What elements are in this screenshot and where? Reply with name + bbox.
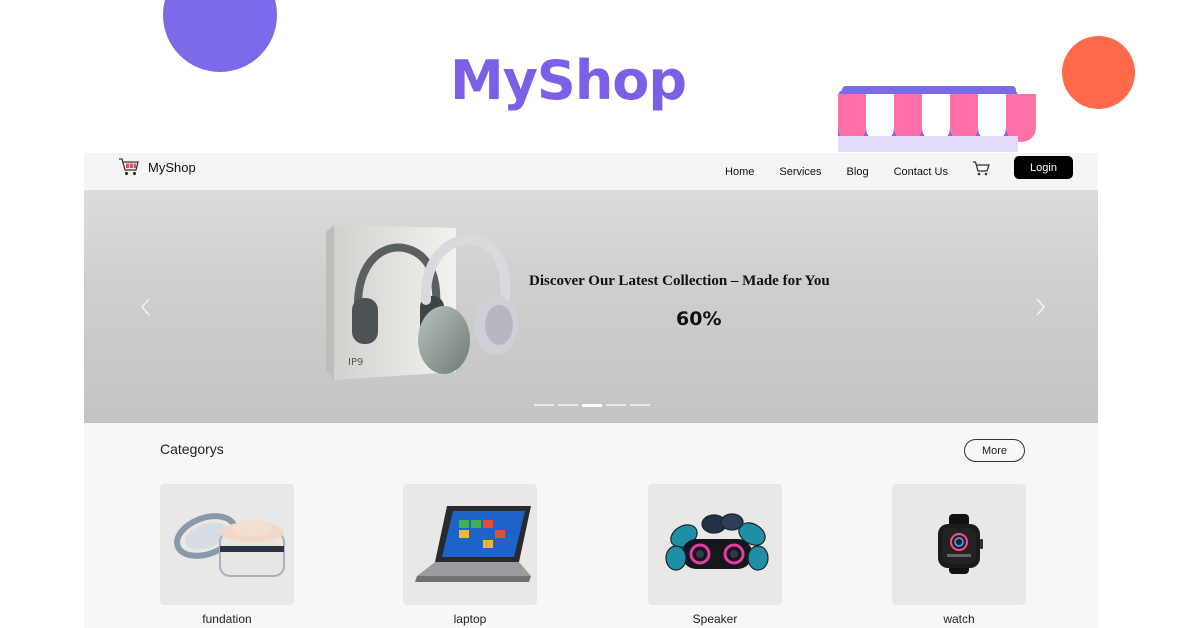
speaker-icon (665, 513, 769, 571)
nav-links: Home Services Blog Contact Us (725, 153, 948, 190)
svg-text:IP9: IP9 (348, 357, 363, 368)
promo-canvas: MyShop MyShop Home Services Blog Contact… (0, 0, 1200, 628)
shop-awning-icon (836, 86, 1038, 154)
login-button[interactable]: Login (1014, 156, 1073, 179)
category-card-speaker[interactable] (648, 484, 782, 605)
hero-headline: Discover Our Latest Collection – Made fo… (529, 273, 830, 289)
navbar: MyShop Home Services Blog Contact Us Log… (84, 153, 1098, 190)
nav-link-contact[interactable]: Contact Us (894, 166, 948, 178)
decorative-purple-circle (163, 0, 277, 72)
carousel-indicators (534, 403, 650, 407)
categories-title: Categorys (160, 441, 224, 457)
hero-discount: 60% (676, 308, 722, 330)
promo-title: MyShop (450, 49, 687, 112)
category-card-laptop[interactable] (403, 484, 537, 605)
nav-link-services[interactable]: Services (779, 166, 821, 178)
more-button[interactable]: More (964, 439, 1025, 462)
carousel-indicator[interactable] (630, 404, 650, 406)
carousel-indicator[interactable] (534, 404, 554, 406)
decorative-orange-circle (1062, 36, 1135, 109)
headphones-product-image: IP9 (326, 225, 518, 380)
carousel-indicator-active[interactable] (582, 403, 602, 407)
carousel-prev-icon[interactable] (136, 295, 156, 319)
category-label[interactable]: fundation (160, 612, 294, 626)
smartwatch-icon (938, 514, 983, 574)
brand-name: MyShop (148, 159, 196, 175)
hero-carousel: IP9 Discover Our Latest Collection – Mad… (84, 190, 1098, 423)
category-card-fundation[interactable] (160, 484, 294, 605)
category-label[interactable]: laptop (403, 612, 537, 626)
carousel-next-icon[interactable] (1030, 295, 1050, 319)
laptop-icon (415, 506, 531, 582)
cart-icon[interactable] (972, 159, 990, 177)
brand[interactable]: MyShop (118, 157, 196, 177)
carousel-indicator[interactable] (558, 404, 578, 406)
nav-link-home[interactable]: Home (725, 166, 754, 178)
shopping-cart-logo-icon (119, 158, 139, 176)
carousel-indicator[interactable] (606, 404, 626, 406)
category-label[interactable]: Speaker (648, 612, 782, 626)
cosmetic-jar-icon (174, 513, 285, 577)
nav-link-blog[interactable]: Blog (847, 166, 869, 178)
website-preview: MyShop Home Services Blog Contact Us Log… (84, 153, 1098, 628)
category-label[interactable]: watch (892, 612, 1026, 626)
category-card-watch[interactable] (892, 484, 1026, 605)
